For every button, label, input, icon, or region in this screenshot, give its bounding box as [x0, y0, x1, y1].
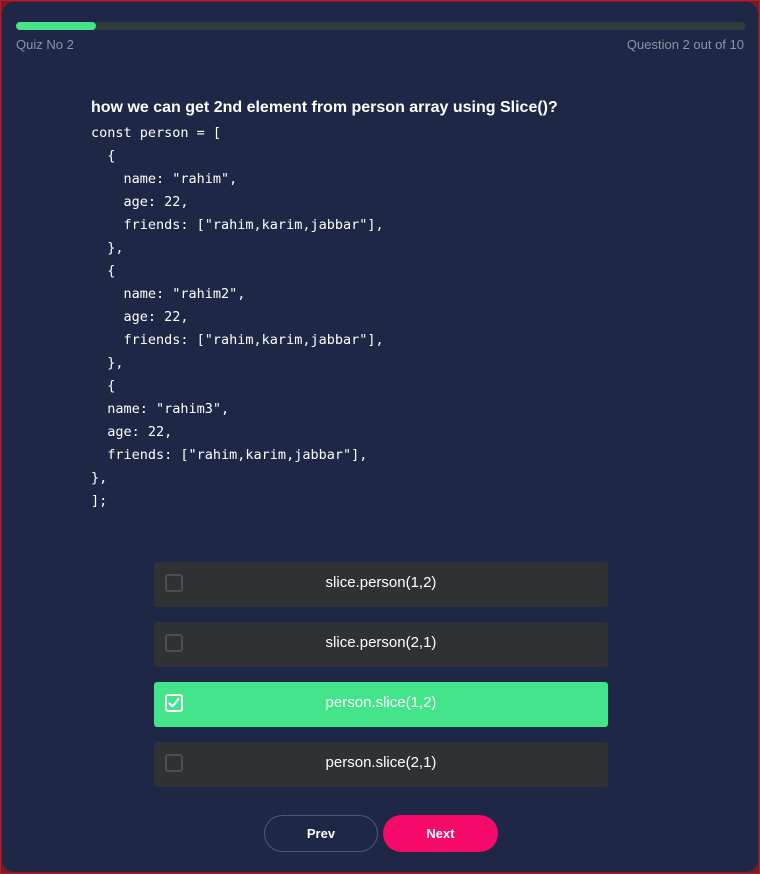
question-counter: Question 2 out of 10: [626, 37, 744, 52]
quiz-label: Quiz No 2: [16, 37, 74, 52]
prev-button[interactable]: Prev: [264, 815, 378, 852]
progress-bar-fill: [16, 22, 97, 30]
options-list: slice.person(1,2) slice.person(2,1) pers…: [154, 562, 608, 802]
answer-option-label: slice.person(1,2): [325, 574, 437, 591]
answer-option-label: person.slice(1,2): [325, 694, 437, 711]
window-frame: Quiz No 2 Question 2 out of 10 how we ca…: [0, 0, 760, 874]
question-text: how we can get 2nd element from person a…: [91, 99, 558, 116]
progress-bar: [16, 22, 746, 30]
answer-option[interactable]: person.slice(1,2): [154, 682, 608, 727]
answer-option-label: person.slice(2,1): [325, 754, 437, 771]
answer-option[interactable]: slice.person(1,2): [154, 562, 608, 607]
code-block: const person = [ { name: "rahim", age: 2…: [91, 125, 384, 509]
next-button[interactable]: Next: [383, 815, 498, 852]
quiz-card: Quiz No 2 Question 2 out of 10 how we ca…: [2, 2, 758, 872]
answer-option[interactable]: slice.person(2,1): [154, 622, 608, 667]
answer-option-label: slice.person(2,1): [325, 634, 437, 651]
answer-option[interactable]: person.slice(2,1): [154, 742, 608, 787]
